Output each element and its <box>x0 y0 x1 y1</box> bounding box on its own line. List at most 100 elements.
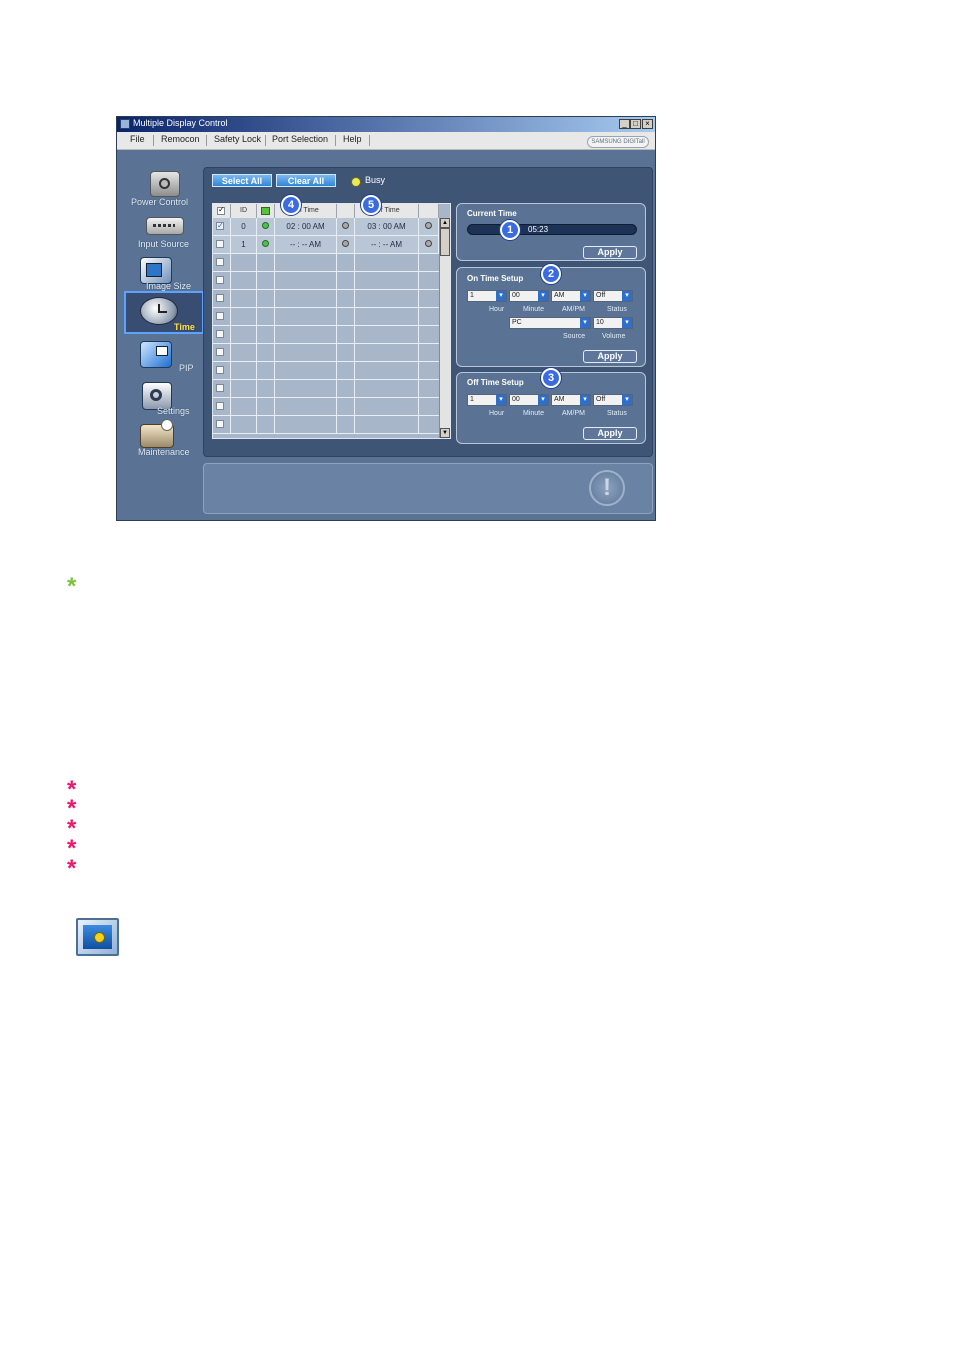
menu-safety-lock[interactable]: Safety Lock <box>214 134 261 144</box>
on-minute-select[interactable]: 00 ▾ <box>509 290 549 302</box>
sidebar-item-label: Settings <box>157 406 190 416</box>
chevron-down-icon: ▾ <box>538 395 548 405</box>
current-time-apply-button[interactable]: Apply <box>583 246 637 259</box>
row-checkbox[interactable] <box>216 276 224 284</box>
sidebar-item-label: Input Source <box>138 239 190 249</box>
off-ampm-select[interactable]: AM ▾ <box>551 394 591 406</box>
on-time-apply-button[interactable]: Apply <box>583 350 637 363</box>
row-checkbox[interactable] <box>216 312 224 320</box>
table-row[interactable] <box>213 272 439 290</box>
off-minute-value: 00 <box>512 396 520 403</box>
off-time-apply-button[interactable]: Apply <box>583 427 637 440</box>
app-icon <box>120 119 130 129</box>
row-checkbox[interactable] <box>216 384 224 392</box>
row-checkbox[interactable] <box>216 402 224 410</box>
chevron-down-icon: ▾ <box>580 318 590 328</box>
on-time-status-icon <box>342 240 349 247</box>
off-minute-select[interactable]: 00 ▾ <box>509 394 549 406</box>
menu-help[interactable]: Help <box>343 134 362 144</box>
table-row[interactable] <box>213 326 439 344</box>
sidebar-item-power-control[interactable]: Power Control <box>124 169 204 209</box>
on-ampm-select[interactable]: AM ▾ <box>551 290 591 302</box>
table-row[interactable] <box>213 398 439 416</box>
sidebar-item-time[interactable]: Time <box>124 291 204 334</box>
sidebar-item-input-source[interactable]: Input Source <box>124 213 204 253</box>
header-on-status <box>337 204 355 218</box>
table-row[interactable] <box>213 290 439 308</box>
samsung-logo: SAMSUNG DIGITall <box>587 136 649 148</box>
row-checkbox[interactable] <box>216 294 224 302</box>
off-ampm-value: AM <box>554 396 565 403</box>
on-volume-value: 10 <box>596 319 604 326</box>
menu-separator <box>153 135 154 146</box>
row-off-time: 03 : 00 AM <box>355 218 419 235</box>
sidebar-item-label: Image Size <box>146 281 192 291</box>
header-id[interactable]: ID <box>231 204 257 218</box>
on-hour-label: Hour <box>489 306 505 313</box>
chevron-down-icon: ▾ <box>496 291 506 301</box>
chevron-down-icon: ▾ <box>580 291 590 301</box>
minimize-button[interactable]: _ <box>619 119 630 129</box>
on-volume-label: Volume <box>602 333 626 340</box>
on-source-select[interactable]: PC ▾ <box>509 317 591 329</box>
window-title: Multiple Display Control <box>133 118 228 128</box>
menu-separator <box>335 135 336 146</box>
check-mark-icon: ✓ <box>217 221 224 230</box>
power-on-led-icon <box>262 240 269 247</box>
row-id: 0 <box>231 218 257 235</box>
clear-all-button[interactable]: Clear All <box>276 174 336 187</box>
power-on-led-icon <box>262 222 269 229</box>
off-minute-label: Minute <box>523 410 545 417</box>
row-checkbox[interactable] <box>216 240 224 248</box>
pip-monitor-icon <box>76 918 119 956</box>
chevron-down-icon: ▾ <box>538 291 548 301</box>
sidebar-item-image-size[interactable]: Image Size <box>124 254 204 294</box>
display-grid: ✓ ID On Time Off Time ✓ 0 02 : 00 AM 03 … <box>212 203 451 439</box>
sidebar-item-settings[interactable]: Settings <box>124 382 204 422</box>
table-row[interactable] <box>213 416 439 434</box>
table-row[interactable]: 1 -- : -- AM -- : -- AM <box>213 236 439 254</box>
sidebar-item-pip[interactable]: PIP <box>124 341 204 381</box>
scroll-thumb[interactable] <box>440 228 450 256</box>
menu-port-selection[interactable]: Port Selection <box>272 134 328 144</box>
table-row[interactable] <box>213 308 439 326</box>
table-row[interactable] <box>213 380 439 398</box>
off-hour-select[interactable]: 1 ▾ <box>467 394 507 406</box>
row-checkbox[interactable] <box>216 366 224 374</box>
on-volume-select[interactable]: 10 ▾ <box>593 317 633 329</box>
power-status-icon <box>261 207 270 215</box>
table-row[interactable]: ✓ 0 02 : 00 AM 03 : 00 AM <box>213 218 439 236</box>
sidebar-item-maintenance[interactable]: Maintenance <box>124 419 204 460</box>
grid-scrollbar[interactable]: ▲ ▼ <box>439 218 450 438</box>
row-checkbox[interactable] <box>216 330 224 338</box>
menu-remocon[interactable]: Remocon <box>161 134 200 144</box>
row-checkbox[interactable] <box>216 258 224 266</box>
callout-badge-2: 2 <box>541 264 561 284</box>
on-status-value: Off <box>596 292 606 299</box>
maximize-button[interactable]: □ <box>630 119 641 129</box>
menu-file[interactable]: File <box>130 134 145 144</box>
table-row[interactable] <box>213 344 439 362</box>
scroll-up-icon[interactable]: ▲ <box>440 218 450 228</box>
title-bar[interactable]: Multiple Display Control _ □ × <box>117 117 655 132</box>
callout-badge-3: 3 <box>541 368 561 388</box>
close-button[interactable]: × <box>642 119 653 129</box>
row-checkbox[interactable] <box>216 420 224 428</box>
table-row[interactable] <box>213 254 439 272</box>
off-time-status-icon <box>425 222 432 229</box>
off-status-value: Off <box>596 396 606 403</box>
select-all-button[interactable]: Select All <box>212 174 272 187</box>
header-select-all[interactable]: ✓ <box>213 204 231 218</box>
on-source-value: PC <box>512 319 522 326</box>
scroll-down-icon[interactable]: ▼ <box>440 428 450 438</box>
chevron-down-icon: ▾ <box>580 395 590 405</box>
sidebar-item-label: Power Control <box>131 197 189 207</box>
row-checkbox[interactable] <box>216 348 224 356</box>
table-row[interactable] <box>213 362 439 380</box>
on-status-select[interactable]: Off ▾ <box>593 290 633 302</box>
on-hour-select[interactable]: 1 ▾ <box>467 290 507 302</box>
on-minute-label: Minute <box>523 306 545 313</box>
menu-separator <box>206 135 207 146</box>
off-status-select[interactable]: Off ▾ <box>593 394 633 406</box>
menu-separator <box>369 135 370 146</box>
